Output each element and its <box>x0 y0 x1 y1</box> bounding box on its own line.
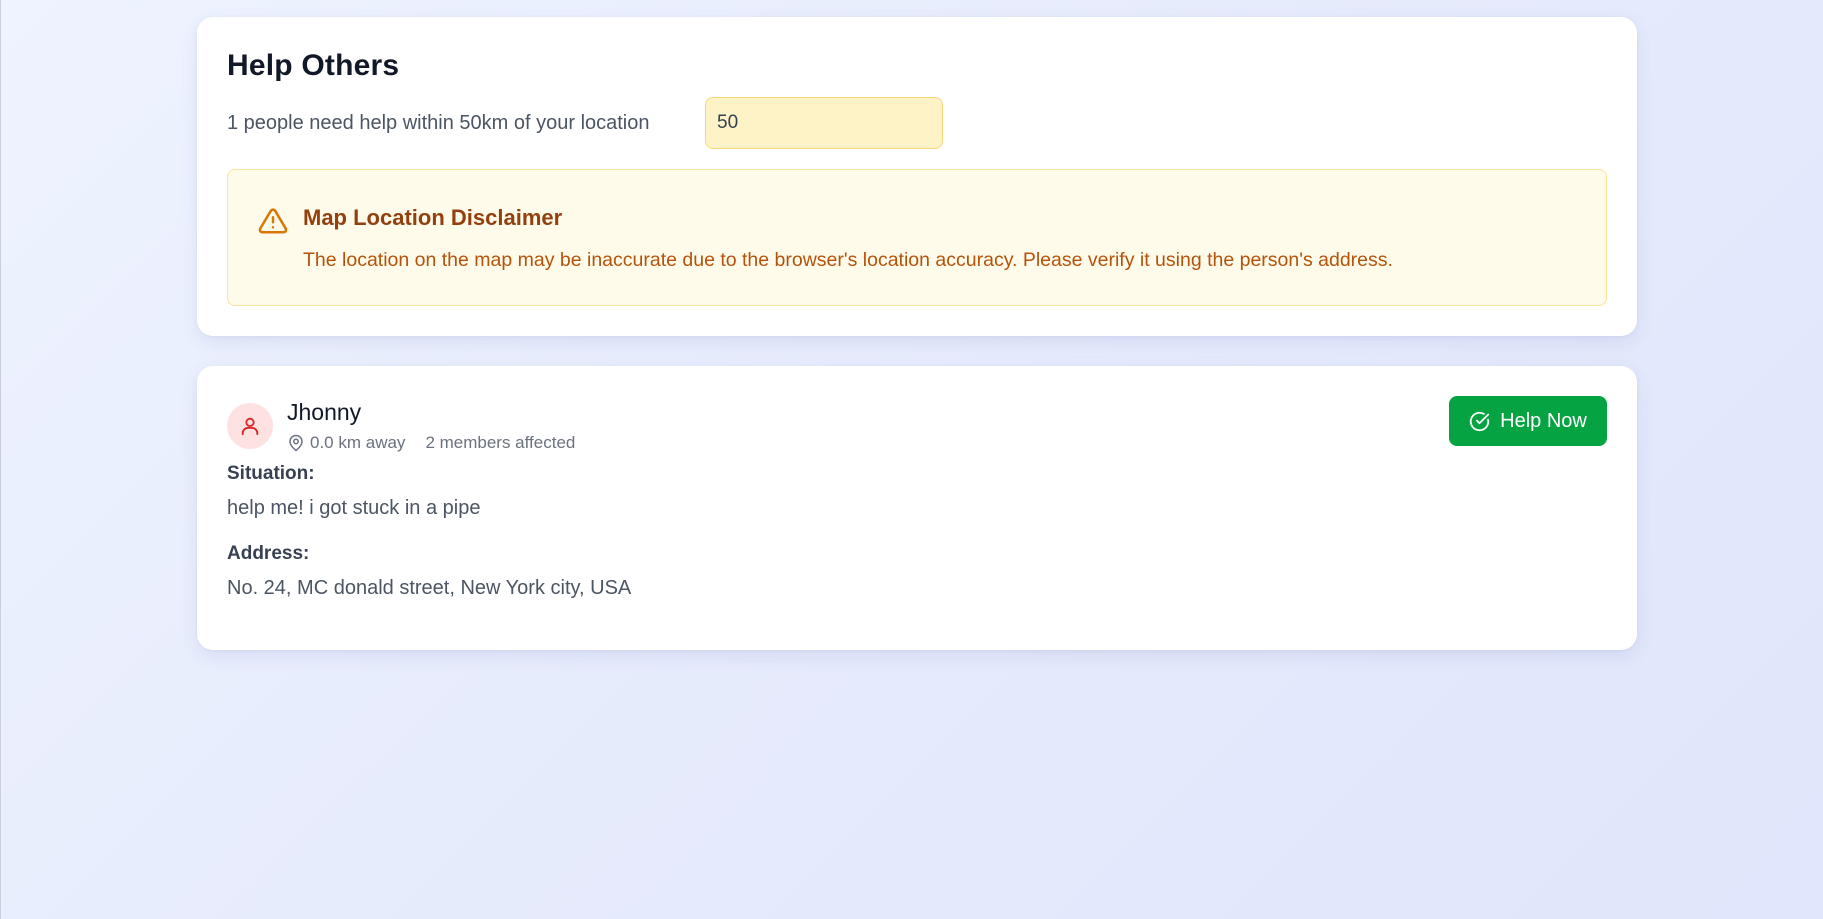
disclaimer-title: Map Location Disclaimer <box>303 205 563 230</box>
person-name: Jhonny <box>287 399 362 425</box>
situation-label: Situation: <box>227 463 315 484</box>
radius-row: 1 people need help within 50km of your l… <box>227 97 943 149</box>
avatar <box>227 403 273 449</box>
people-count-text: 1 people need help within 50km of your l… <box>227 111 650 134</box>
address-label: Address: <box>227 543 310 564</box>
help-now-button[interactable]: Help Now <box>1449 396 1607 446</box>
members-affected-text: 2 members affected <box>425 433 576 452</box>
help-others-header-card: Help Others 1 people need help within 50… <box>197 17 1637 336</box>
help-request-card: Jhonny 0.0 km away 2 members affected He… <box>197 366 1637 650</box>
page-title: Help Others <box>227 49 400 82</box>
distance-text: 0.0 km away <box>310 433 406 452</box>
map-location-disclaimer: Map Location Disclaimer The location on … <box>227 169 1607 306</box>
address-text: No. 24, MC donald street, New York city,… <box>227 577 632 599</box>
request-meta: 0.0 km away 2 members affected <box>287 433 575 453</box>
check-circle-icon <box>1470 411 1490 431</box>
user-icon <box>241 417 259 436</box>
help-others-page: Help Others 1 people need help within 50… <box>197 17 1637 650</box>
situation-text: help me! i got stuck in a pipe <box>227 497 481 519</box>
warning-triangle-icon <box>258 208 288 234</box>
radius-input[interactable] <box>705 97 943 149</box>
help-now-label: Help Now <box>1500 409 1587 432</box>
window-left-border <box>0 0 1 919</box>
disclaimer-text: The location on the map may be inaccurat… <box>303 249 1393 271</box>
map-pin-icon <box>289 434 303 452</box>
